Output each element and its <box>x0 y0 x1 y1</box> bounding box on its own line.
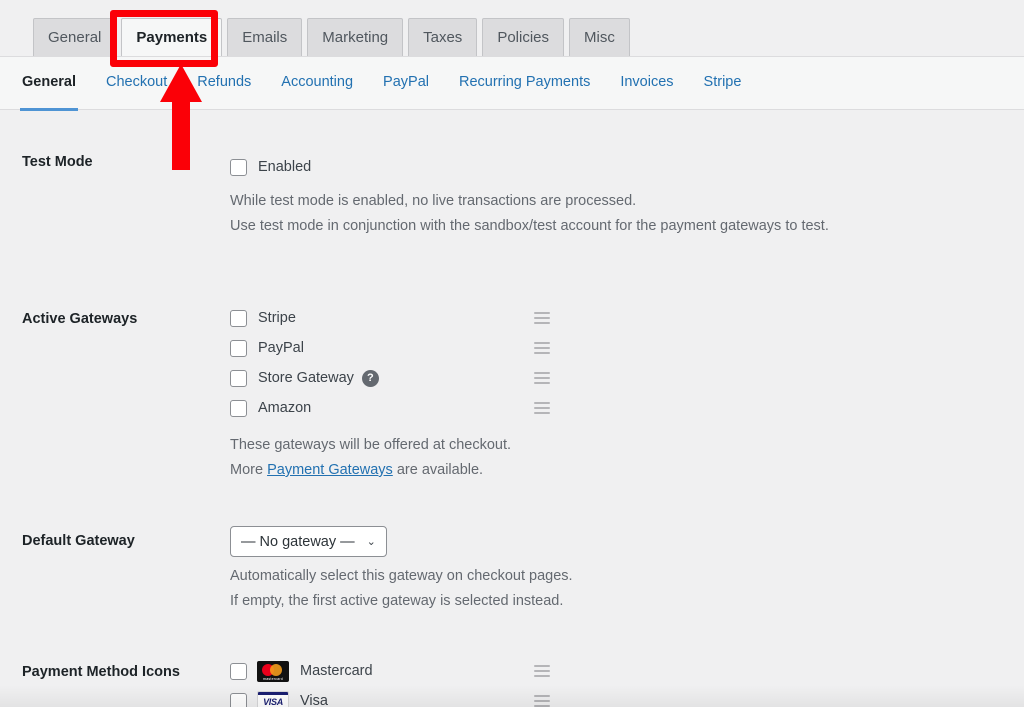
default-gateway-description-line-2: If empty, the first active gateway is se… <box>230 589 1024 614</box>
test-mode-checkbox-label: Enabled <box>258 159 311 175</box>
gateway-row-store-gateway[interactable]: Store Gateway ? <box>230 363 550 393</box>
subnav-item-paypal[interactable]: PayPal <box>383 74 429 92</box>
tab-emails[interactable]: Emails <box>227 18 302 56</box>
gateway-row-amazon[interactable]: Amazon <box>230 393 550 423</box>
active-gateways-field: Stripe PayPal Store Gateway ? Amazon <box>230 303 1024 483</box>
tab-payments[interactable]: Payments <box>121 18 222 56</box>
settings-screen: General Payments Emails Marketing Taxes … <box>0 0 1024 707</box>
active-gateways-more-line: More Payment Gateways are available. <box>230 458 1024 483</box>
subnav-item-stripe[interactable]: Stripe <box>704 74 742 92</box>
gateway-label-amazon: Amazon <box>258 400 311 416</box>
payment-method-icons-label: Payment Method Icons <box>0 656 230 707</box>
payment-method-icons-field: mastercard Mastercard VISA Visa <box>230 656 1024 707</box>
active-gateways-description: These gateways will be offered at checko… <box>230 433 1024 458</box>
payment-gateways-link[interactable]: Payment Gateways <box>267 462 393 478</box>
default-gateway-selected-value: — No gateway — <box>241 534 355 550</box>
gateway-label-store-gateway: Store Gateway <box>258 370 354 386</box>
setting-row-test-mode: Test Mode Enabled While test mode is ena… <box>0 110 1024 239</box>
test-mode-enabled-row[interactable]: Enabled <box>230 152 1024 182</box>
gateway-row-stripe[interactable]: Stripe <box>230 303 550 333</box>
test-mode-label: Test Mode <box>0 152 230 239</box>
chevron-down-icon: ⌄ <box>367 535 376 548</box>
payment-icon-checkbox-visa[interactable] <box>230 693 247 707</box>
subnav-item-general[interactable]: General <box>22 74 76 92</box>
gateway-checkbox-stripe[interactable] <box>230 310 247 327</box>
tab-marketing[interactable]: Marketing <box>307 18 403 56</box>
setting-row-payment-method-icons: Payment Method Icons mastercard Masterca… <box>0 614 1024 707</box>
payment-icon-row-visa[interactable]: VISA Visa <box>230 686 550 707</box>
gateway-row-paypal[interactable]: PayPal <box>230 333 550 363</box>
mastercard-icon: mastercard <box>257 661 289 682</box>
subnav-item-recurring-payments[interactable]: Recurring Payments <box>459 74 590 92</box>
payment-icon-row-mastercard[interactable]: mastercard Mastercard <box>230 656 550 686</box>
test-mode-description-line-1: While test mode is enabled, no live tran… <box>230 189 1024 214</box>
subnav-item-checkout[interactable]: Checkout <box>106 74 167 92</box>
gateway-label-stripe: Stripe <box>258 310 296 326</box>
gateway-checkbox-store-gateway[interactable] <box>230 370 247 387</box>
payments-subnav: General Checkout Refunds Accounting PayP… <box>0 56 1024 110</box>
payment-icon-label-visa: Visa <box>300 693 328 707</box>
default-gateway-label: Default Gateway <box>0 526 230 614</box>
default-gateway-description-line-1: Automatically select this gateway on che… <box>230 564 1024 589</box>
tab-policies[interactable]: Policies <box>482 18 564 56</box>
tab-misc[interactable]: Misc <box>569 18 630 56</box>
visa-icon-text: VISA <box>258 697 288 707</box>
drag-handle-icon[interactable] <box>534 312 550 324</box>
mastercard-icon-text: mastercard <box>257 677 289 681</box>
help-icon[interactable]: ? <box>362 370 379 387</box>
payment-icon-label-mastercard: Mastercard <box>300 663 373 679</box>
drag-handle-icon[interactable] <box>534 342 550 354</box>
test-mode-field: Enabled While test mode is enabled, no l… <box>230 152 1024 239</box>
drag-handle-icon[interactable] <box>534 665 550 677</box>
settings-form: Test Mode Enabled While test mode is ena… <box>0 110 1024 707</box>
setting-row-active-gateways: Active Gateways Stripe PayPal Store Gate… <box>0 239 1024 483</box>
gateway-checkbox-paypal[interactable] <box>230 340 247 357</box>
tab-general[interactable]: General <box>33 18 116 56</box>
subnav-item-invoices[interactable]: Invoices <box>620 74 673 92</box>
test-mode-description-line-2: Use test mode in conjunction with the sa… <box>230 214 1024 239</box>
settings-tab-bar: General Payments Emails Marketing Taxes … <box>0 0 1024 56</box>
visa-icon: VISA <box>257 691 289 707</box>
drag-handle-icon[interactable] <box>534 372 550 384</box>
drag-handle-icon[interactable] <box>534 695 550 707</box>
gateway-label-paypal: PayPal <box>258 340 304 356</box>
tab-taxes[interactable]: Taxes <box>408 18 477 56</box>
drag-handle-icon[interactable] <box>534 402 550 414</box>
default-gateway-select[interactable]: — No gateway — ⌄ <box>230 526 387 557</box>
setting-row-default-gateway: Default Gateway — No gateway — ⌄ Automat… <box>0 483 1024 614</box>
subnav-item-accounting[interactable]: Accounting <box>281 74 353 92</box>
subnav-item-refunds[interactable]: Refunds <box>197 74 251 92</box>
more-prefix-text: More <box>230 462 267 478</box>
default-gateway-field: — No gateway — ⌄ Automatically select th… <box>230 526 1024 614</box>
more-suffix-text: are available. <box>393 462 483 478</box>
payment-icon-checkbox-mastercard[interactable] <box>230 663 247 680</box>
gateway-checkbox-amazon[interactable] <box>230 400 247 417</box>
active-gateways-label: Active Gateways <box>0 303 230 483</box>
test-mode-checkbox[interactable] <box>230 159 247 176</box>
